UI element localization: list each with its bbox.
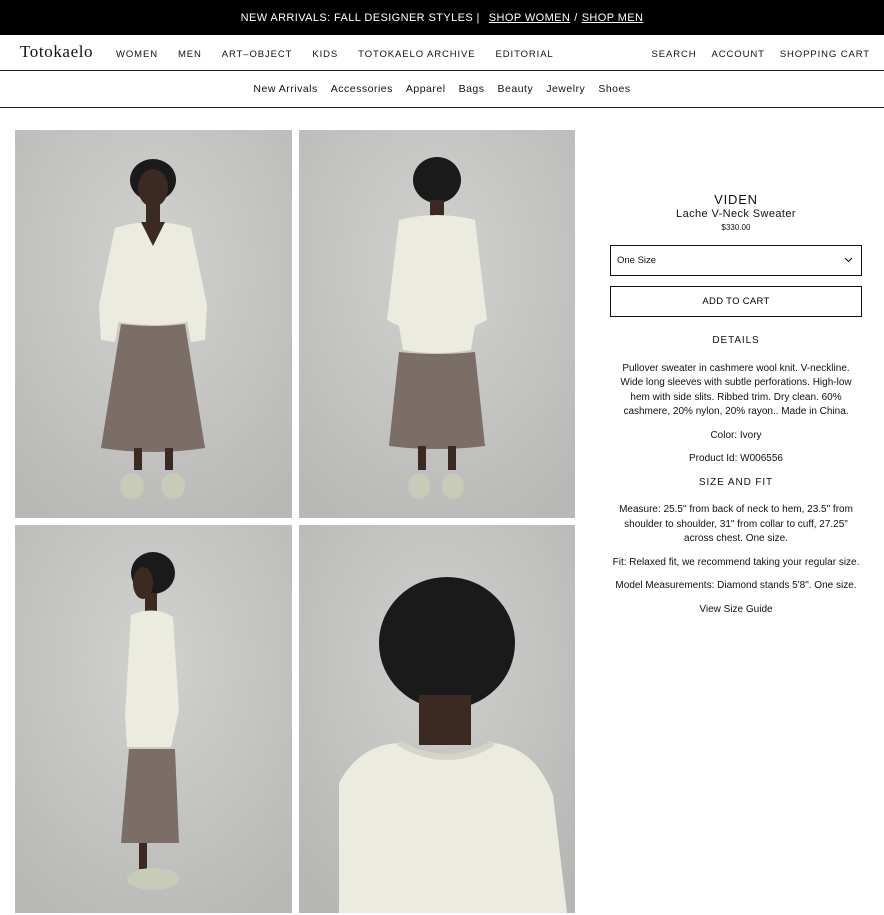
shopping-cart-link[interactable]: SHOPPING CART: [780, 49, 870, 60]
product-photo-front[interactable]: [15, 130, 292, 518]
logo[interactable]: Totokaelo: [20, 42, 93, 62]
subnav-beauty[interactable]: Beauty: [498, 83, 534, 95]
promo-separator: /: [574, 11, 578, 24]
subnav-accessories[interactable]: Accessories: [331, 83, 393, 95]
details-heading: DETAILS: [712, 335, 760, 346]
subnav-bags[interactable]: Bags: [459, 83, 485, 95]
product-details: DETAILS Pullover sweater in cashmere woo…: [610, 334, 862, 617]
model-measurements: Model Measurements: Diamond stands 5'8".…: [615, 580, 857, 591]
account-link[interactable]: ACCOUNT: [712, 49, 765, 60]
nav-men[interactable]: MEN: [178, 49, 202, 60]
nav-art-object[interactable]: ART–OBJECT: [222, 49, 293, 60]
product-color: Color: Ivory: [710, 429, 762, 441]
size-select-value: One Size: [617, 255, 657, 266]
product-fit: Fit: Relaxed fit, we recommend taking yo…: [612, 556, 860, 568]
product-id: Product Id: W006556: [689, 453, 783, 464]
main-nav: Totokaelo WOMEN MEN ART–OBJECT KIDS TOTO…: [0, 35, 884, 71]
subnav-shoes[interactable]: Shoes: [598, 83, 630, 95]
product-info: VIDEN Lache V-Neck Sweater $330.00: [610, 192, 862, 232]
subnav-new-arrivals[interactable]: New Arrivals: [253, 83, 317, 95]
product-description: Pullover sweater in cashmere wool knit. …: [620, 362, 852, 418]
product-price: $330.00: [721, 223, 751, 232]
nav-archive[interactable]: TOTOKAELO ARCHIVE: [358, 49, 475, 60]
primary-nav-links: WOMEN MEN ART–OBJECT KIDS TOTOKAELO ARCH…: [116, 49, 554, 60]
product-photo-detail[interactable]: [299, 525, 575, 913]
product-measure: Measure: 25.5" from back of neck to hem,…: [619, 504, 853, 544]
category-subnav: New Arrivals Accessories Apparel Bags Be…: [0, 71, 884, 108]
product-brand[interactable]: VIDEN: [610, 192, 862, 207]
product-photo-side[interactable]: [15, 525, 292, 913]
subnav-jewelry[interactable]: Jewelry: [546, 83, 585, 95]
size-guide-link[interactable]: View Size Guide: [610, 603, 862, 618]
product-name: Lache V-Neck Sweater: [676, 208, 796, 220]
nav-kids[interactable]: KIDS: [312, 49, 338, 60]
shop-women-link[interactable]: SHOP WOMEN: [489, 12, 570, 24]
promo-text: NEW ARRIVALS: FALL DESIGNER STYLES |: [240, 11, 480, 24]
chevron-down-icon: [844, 255, 853, 266]
search-link[interactable]: SEARCH: [652, 49, 697, 60]
nav-women[interactable]: WOMEN: [116, 49, 158, 60]
size-fit-heading: SIZE AND FIT: [698, 476, 774, 488]
nav-editorial[interactable]: EDITORIAL: [496, 49, 554, 60]
product-photo-back[interactable]: [299, 130, 575, 518]
subnav-apparel[interactable]: Apparel: [406, 83, 446, 95]
shop-men-link[interactable]: SHOP MEN: [582, 12, 644, 24]
utility-nav: SEARCH ACCOUNT SHOPPING CART: [652, 49, 870, 60]
promo-banner: NEW ARRIVALS: FALL DESIGNER STYLES | SHO…: [0, 0, 884, 35]
size-select[interactable]: One Size: [610, 245, 862, 276]
add-to-cart-button[interactable]: ADD TO CART: [610, 286, 862, 317]
